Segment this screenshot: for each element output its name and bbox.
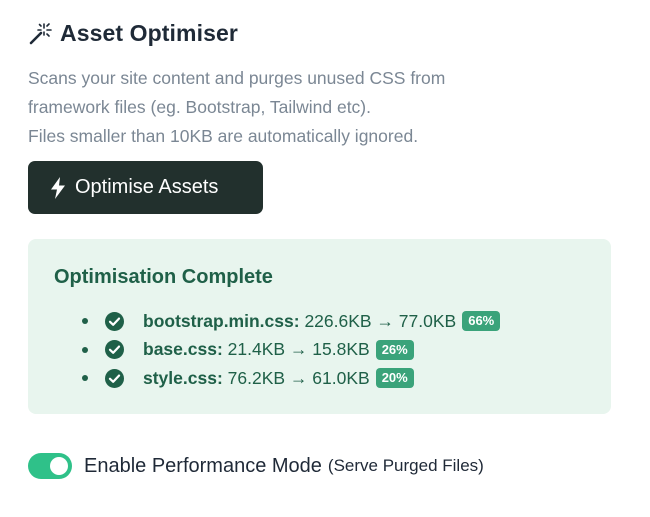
list-item: bootstrap.min.css: 226.6KB → 77.0KB 66% xyxy=(82,307,501,336)
performance-mode-sublabel: (Serve Purged Files) xyxy=(327,456,484,475)
check-circle-icon xyxy=(105,311,124,331)
savings-badge: 66% xyxy=(462,311,501,332)
check-circle-icon xyxy=(105,368,124,388)
header: Asset Optimiser xyxy=(28,20,238,47)
description-line: Files smaller than 10KB are automaticall… xyxy=(28,126,419,146)
results-title: Optimisation Complete xyxy=(54,266,273,288)
description: Scans your site content and purges unuse… xyxy=(28,64,445,151)
lightning-bolt-icon xyxy=(50,176,66,199)
file-sizes: 76.2KB → 61.0KB xyxy=(227,367,370,388)
bullet xyxy=(82,318,88,325)
optimise-assets-button[interactable]: Optimise Assets xyxy=(28,161,263,214)
list-item: style.css: 76.2KB → 61.0KB 20% xyxy=(82,364,500,393)
performance-mode-label[interactable]: Enable Performance Mode xyxy=(84,455,322,478)
optimisation-results-panel: Optimisation Complete bootstrap.min.css:… xyxy=(28,239,611,414)
savings-badge: 20% xyxy=(375,368,414,389)
optimise-assets-label: Optimise Assets xyxy=(75,176,219,198)
results-list: bootstrap.min.css: 226.6KB → 77.0KB 66% … xyxy=(82,307,501,393)
performance-mode-row: Enable Performance Mode (Serve Purged Fi… xyxy=(28,453,484,479)
description-line: Scans your site content and purges unuse… xyxy=(28,68,446,88)
check-circle-icon xyxy=(105,340,124,360)
bullet xyxy=(82,346,88,353)
file-sizes: 21.4KB → 15.8KB xyxy=(227,339,370,360)
file-name: style.css: xyxy=(143,367,223,388)
file-sizes: 226.6KB → 77.0KB xyxy=(304,310,457,331)
list-item: base.css: 21.4KB → 15.8KB 26% xyxy=(82,336,500,365)
file-name: base.css: xyxy=(143,339,223,360)
file-name: bootstrap.min.css: xyxy=(143,310,300,331)
page-title: Asset Optimiser xyxy=(60,20,238,46)
savings-badge: 26% xyxy=(375,339,414,360)
description-line: framework files (eg. Bootstrap, Tailwind… xyxy=(28,97,372,117)
toggle-knob xyxy=(50,457,68,475)
performance-mode-toggle[interactable] xyxy=(28,453,72,479)
magic-wand-icon xyxy=(28,22,52,46)
bullet xyxy=(82,375,88,382)
